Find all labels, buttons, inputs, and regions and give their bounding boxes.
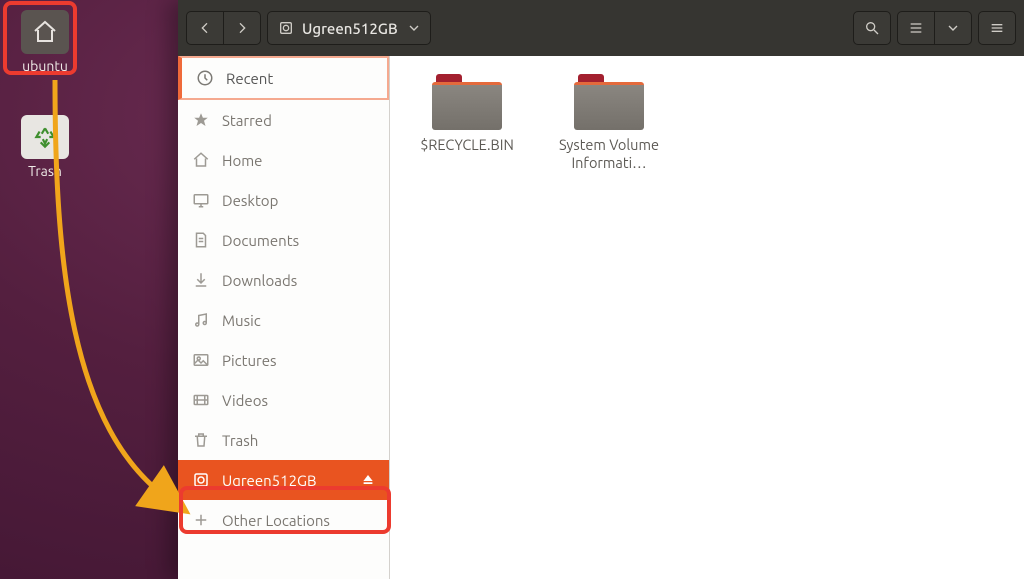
desktop-home-folder[interactable]: ubuntu: [10, 10, 80, 74]
titlebar: Ugreen512GB: [178, 0, 1024, 56]
chevron-left-icon: [197, 20, 213, 36]
disk-icon: [192, 471, 210, 489]
view-list-button[interactable]: [897, 11, 935, 45]
sidebar-item-label: Recent: [226, 70, 273, 87]
sidebar-item-label: Documents: [222, 232, 299, 249]
files-window: Ugreen512GB: [178, 0, 1024, 579]
home-icon: [192, 151, 210, 169]
sidebar-item-other-locations[interactable]: Other Locations: [178, 500, 389, 540]
sidebar-item-pictures[interactable]: Pictures: [178, 340, 389, 380]
sidebar-item-videos[interactable]: Videos: [178, 380, 389, 420]
sidebar-item-desktop[interactable]: Desktop: [178, 180, 389, 220]
sidebar-item-label: Other Locations: [222, 512, 330, 529]
sidebar-item-ugreen512gb[interactable]: Ugreen512GB: [178, 460, 389, 500]
sidebar-item-label: Starred: [222, 112, 272, 129]
sidebar-item-music[interactable]: Music: [178, 300, 389, 340]
plus-icon: [192, 511, 210, 529]
sidebar-item-starred[interactable]: Starred: [178, 100, 389, 140]
breadcrumb-label: Ugreen512GB: [302, 20, 398, 37]
chevron-down-icon: [945, 20, 961, 36]
sidebar-item-recent[interactable]: Recent: [182, 58, 387, 98]
recycle-icon: [32, 124, 58, 150]
picture-icon: [192, 351, 210, 369]
sidebar-item-label: Downloads: [222, 272, 297, 289]
eject-button[interactable]: [361, 472, 375, 489]
hamburger-icon: [989, 20, 1005, 36]
download-icon: [192, 271, 210, 289]
sidebar-item-label: Desktop: [222, 192, 278, 209]
folder-item-system-volume-information[interactable]: System Volume Informati…: [554, 74, 664, 172]
star-icon: [192, 111, 210, 129]
file-label: System Volume Informati…: [554, 136, 664, 172]
eject-icon: [361, 472, 375, 486]
music-icon: [192, 311, 210, 329]
file-label: $RECYCLE.BIN: [412, 136, 522, 154]
hamburger-menu-button[interactable]: [978, 11, 1016, 45]
sidebar-item-trash[interactable]: Trash: [178, 420, 389, 460]
trash-icon: [192, 431, 210, 449]
chevron-right-icon: [234, 20, 250, 36]
nav-forward-button[interactable]: [224, 11, 261, 45]
desktop-trash-label: Trash: [10, 163, 80, 179]
folder-icon: [574, 74, 644, 130]
view-dropdown-button[interactable]: [935, 11, 972, 45]
video-icon: [192, 391, 210, 409]
desktop-icon: [192, 191, 210, 209]
sidebar-item-documents[interactable]: Documents: [178, 220, 389, 260]
folder-icon: [432, 74, 502, 130]
nav-back-button[interactable]: [186, 11, 224, 45]
search-button[interactable]: [853, 11, 891, 45]
sidebar-item-label: Ugreen512GB: [222, 472, 317, 489]
sidebar-item-downloads[interactable]: Downloads: [178, 260, 389, 300]
search-icon: [864, 20, 880, 36]
folder-item-recycle-bin[interactable]: $RECYCLE.BIN: [412, 74, 522, 172]
list-icon: [908, 20, 924, 36]
sidebar-item-home[interactable]: Home: [178, 140, 389, 180]
breadcrumb[interactable]: Ugreen512GB: [267, 11, 431, 45]
sidebar-item-label: Home: [222, 152, 262, 169]
sidebar-item-label: Trash: [222, 432, 258, 449]
sidebar-item-label: Music: [222, 312, 261, 329]
file-view[interactable]: $RECYCLE.BIN System Volume Informati…: [390, 56, 1024, 579]
document-icon: [192, 231, 210, 249]
sidebar: Recent Starred Home Desktop Documents: [178, 56, 390, 579]
desktop-home-label: ubuntu: [10, 58, 80, 74]
desktop-trash[interactable]: Trash: [10, 115, 80, 179]
sidebar-item-label: Videos: [222, 392, 268, 409]
clock-icon: [196, 69, 214, 87]
home-icon: [32, 19, 58, 45]
disk-icon: [278, 20, 294, 36]
sidebar-item-label: Pictures: [222, 352, 277, 369]
chevron-down-icon: [406, 20, 422, 36]
